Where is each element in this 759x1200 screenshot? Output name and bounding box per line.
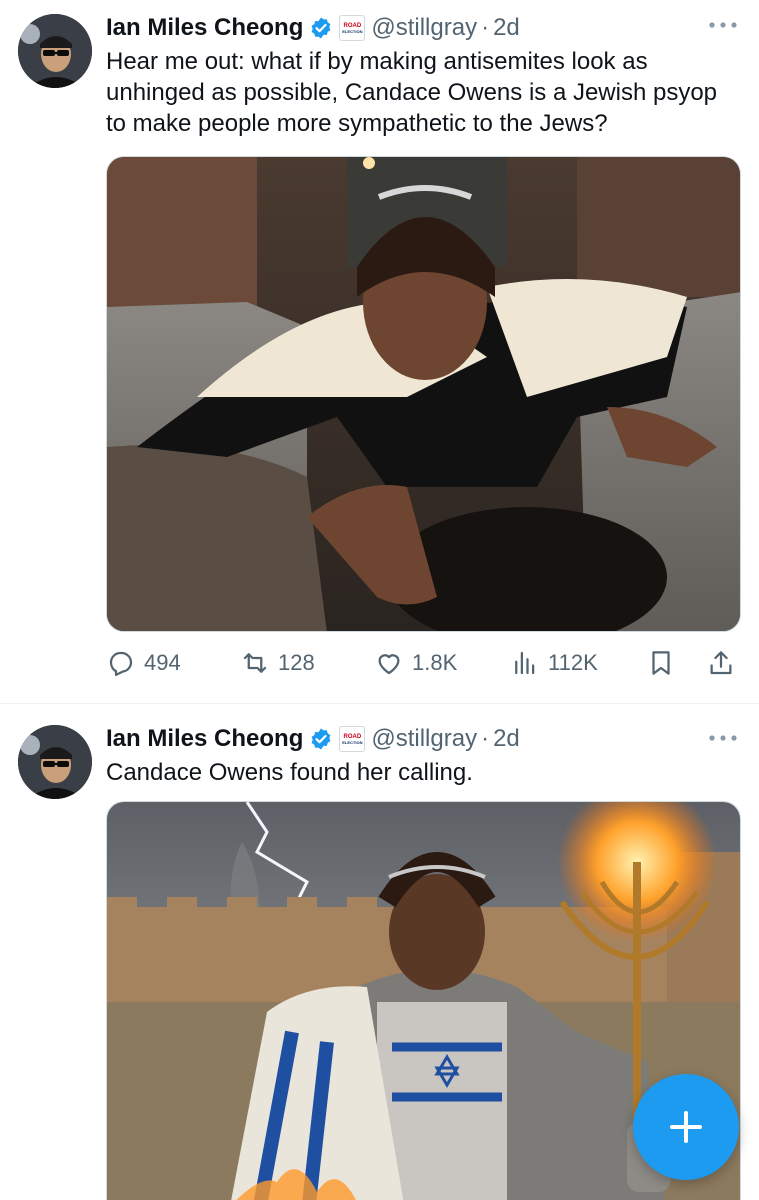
tweet-header: Ian Miles Cheong ROAD ELECTION @stillgra…: [106, 10, 520, 46]
repost-count: 128: [278, 650, 315, 675]
like-button[interactable]: 1.8K: [374, 645, 457, 681]
separator-dot: ·: [481, 725, 490, 752]
affiliation-badge[interactable]: ROAD ELECTION: [339, 15, 366, 41]
reply-button[interactable]: 494: [106, 645, 181, 681]
author-handle[interactable]: @stillgray: [371, 14, 477, 42]
timestamp[interactable]: 2d: [493, 725, 520, 753]
verified-badge-icon[interactable]: [309, 16, 333, 40]
avatar[interactable]: [18, 14, 92, 88]
like-count: 1.8K: [412, 650, 458, 675]
affiliation-line2: ELECTION: [342, 739, 363, 745]
author-handle[interactable]: @stillgray: [371, 725, 477, 753]
compose-button[interactable]: [633, 1074, 739, 1180]
retweet-icon: [243, 653, 267, 673]
views-button[interactable]: 112K: [510, 645, 598, 681]
view-count: 112K: [548, 650, 598, 675]
tweet-image[interactable]: [106, 156, 741, 632]
more-options-icon[interactable]: [706, 729, 740, 747]
share-icon: [710, 651, 732, 675]
reply-icon: [109, 651, 133, 676]
affiliation-badge[interactable]: ROAD ELECTION: [339, 726, 366, 752]
heart-icon: [378, 654, 400, 675]
bookmark-button[interactable]: [646, 645, 676, 681]
affiliation-line2: ELECTION: [342, 28, 363, 34]
more-options-icon[interactable]: [706, 16, 740, 34]
bookmark-icon: [652, 651, 670, 675]
tweet-text: Hear me out: what if by making antisemit…: [106, 48, 718, 137]
reply-count: 494: [144, 650, 181, 675]
views-chart-icon: [515, 651, 535, 675]
separator-dot: ·: [481, 14, 490, 41]
verified-badge-icon[interactable]: [309, 727, 333, 751]
tweet-header: Ian Miles Cheong ROAD ELECTION @stillgra…: [106, 721, 520, 757]
repost-button[interactable]: 128: [240, 645, 315, 681]
share-button[interactable]: [706, 645, 736, 681]
plus-icon: [670, 1111, 702, 1143]
tweet[interactable]: Ian Miles Cheong ROAD ELECTION @stillgra…: [0, 0, 759, 703]
tweet-actions: 494 128 1.8K 112K: [106, 645, 741, 681]
avatar[interactable]: [18, 725, 92, 799]
author-name[interactable]: Ian Miles Cheong: [106, 14, 303, 42]
tweet-text: Candace Owens found her calling.: [106, 759, 473, 786]
author-name[interactable]: Ian Miles Cheong: [106, 725, 303, 753]
timestamp[interactable]: 2d: [493, 14, 520, 42]
